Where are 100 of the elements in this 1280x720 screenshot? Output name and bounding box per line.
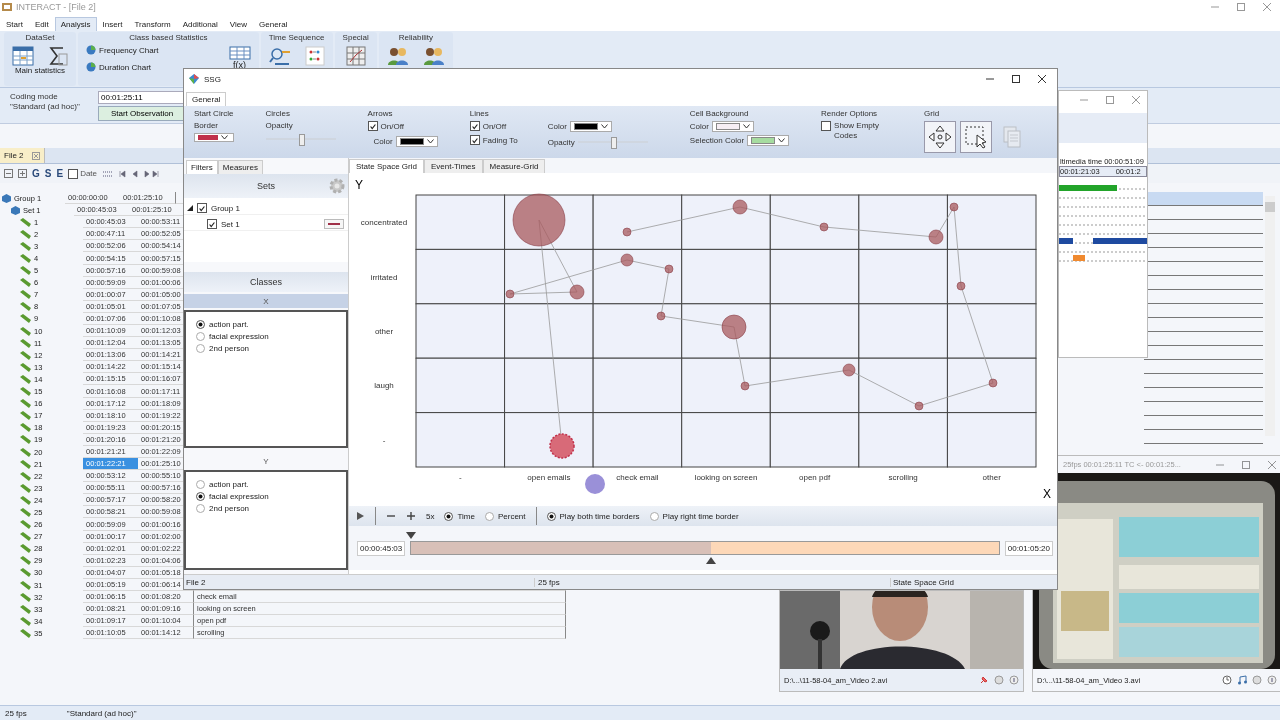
status-text: "Standard (ad hoc)" (66, 708, 137, 718)
sort-icon[interactable] (102, 168, 115, 179)
checkbox[interactable] (68, 168, 79, 179)
menu-tab[interactable]: Insert (96, 17, 129, 31)
tag-icon (20, 471, 31, 481)
people-icon[interactable] (422, 46, 445, 66)
menu-tab[interactable]: Start (0, 17, 29, 31)
radio-button[interactable] (196, 344, 205, 353)
dot-grid-icon[interactable] (304, 46, 325, 66)
ribbon-button[interactable]: Frequency Chart (86, 45, 159, 55)
ribbon-label[interactable]: Main statistics (14, 66, 66, 75)
circle-icon[interactable] (994, 675, 1004, 685)
color-picker[interactable] (747, 135, 790, 146)
menu-tab[interactable]: General (253, 17, 294, 31)
menu-tab[interactable]: View (223, 17, 253, 31)
tab[interactable]: Measure-Grid (482, 159, 546, 173)
slider-thumb[interactable] (610, 137, 617, 149)
menu-tab[interactable]: Transform (128, 17, 177, 31)
color-swatch[interactable] (324, 219, 344, 229)
slider-thumb[interactable] (298, 134, 305, 146)
radio-button[interactable] (196, 492, 205, 501)
tag-icon (20, 229, 31, 239)
search-icon[interactable] (268, 46, 291, 66)
tree-item[interactable]: Group 1 (211, 203, 240, 213)
tag-icon (20, 508, 31, 517)
menu-tab[interactable]: Edit (28, 17, 55, 31)
people-icon[interactable] (386, 46, 409, 66)
checkbox[interactable] (821, 121, 832, 131)
color-picker[interactable] (194, 133, 234, 142)
maximize-icon[interactable] (1011, 74, 1021, 84)
sigma-icon[interactable] (48, 46, 68, 66)
axis-label: other (374, 327, 394, 336)
tag-icon (20, 314, 31, 324)
ribbon-button[interactable]: Duration Chart (86, 62, 159, 72)
info-icon[interactable] (1267, 675, 1277, 685)
checkbox[interactable] (367, 121, 378, 131)
tab[interactable]: General (186, 92, 227, 106)
music-note-icon[interactable] (1237, 675, 1247, 685)
radio-button[interactable] (196, 332, 205, 341)
color-label: Color (373, 137, 393, 146)
radio-button[interactable] (196, 320, 205, 329)
expand-arrow-icon[interactable] (187, 205, 193, 211)
grid-tool-button[interactable] (960, 121, 993, 153)
group-title: Time Sequence (268, 32, 325, 43)
radio-label: facial expression (209, 332, 269, 341)
expand-icon[interactable] (18, 169, 27, 178)
grid-tool-button[interactable] (924, 121, 957, 153)
opacity-label: Opacity (265, 121, 294, 130)
play-icon[interactable] (355, 511, 365, 521)
tab[interactable]: Measures (217, 160, 263, 174)
opacity-slider[interactable] (265, 133, 336, 145)
grid-icon[interactable] (345, 46, 366, 66)
group-title: Render Options (821, 109, 879, 118)
radio-button[interactable] (196, 480, 205, 489)
radio-button[interactable] (444, 511, 454, 521)
opacity-slider[interactable] (577, 136, 648, 148)
checkbox-label: On/Off (380, 121, 404, 131)
checkbox[interactable] (197, 203, 207, 213)
end-time-field[interactable]: 00:01:05:20 (1004, 540, 1053, 556)
color-picker[interactable] (711, 121, 754, 132)
tag-icon (20, 374, 31, 384)
file-tab[interactable]: File 2 (0, 148, 45, 163)
checkbox[interactable] (469, 135, 480, 145)
position-marker-icon[interactable] (705, 557, 716, 564)
pin-icon[interactable] (979, 675, 989, 685)
circle-icon[interactable] (1252, 675, 1262, 685)
checkbox[interactable] (207, 219, 217, 229)
zoom-in-icon[interactable] (406, 511, 416, 521)
dialog-title: SSG (204, 74, 221, 84)
start-time-field[interactable]: 00:00:45:03 (357, 540, 406, 556)
scrollbar[interactable] (1265, 196, 1275, 436)
menu-tab[interactable]: Analysis (54, 17, 97, 31)
collapse-icon[interactable] (4, 169, 13, 178)
radio-button[interactable] (196, 504, 205, 513)
tag-icon (20, 411, 31, 421)
tag-icon (20, 302, 31, 312)
color-picker[interactable] (395, 136, 438, 147)
checkbox[interactable] (469, 121, 480, 131)
close-icon[interactable] (1037, 74, 1047, 84)
tree-item[interactable]: Set 1 (221, 219, 240, 229)
axis-label: scrolling (888, 473, 918, 482)
playback-controls-icon[interactable] (119, 169, 160, 178)
start-marker-icon[interactable] (406, 532, 417, 539)
table-icon[interactable] (12, 46, 34, 66)
radio-button[interactable] (649, 511, 659, 521)
color-picker[interactable] (569, 121, 612, 132)
toolbar-button[interactable]: S (44, 168, 52, 179)
tab[interactable]: Event-Times (423, 159, 483, 173)
start-observation-button[interactable]: Start Observation (98, 106, 186, 121)
toolbar-button[interactable]: E (56, 168, 64, 179)
radio-button[interactable] (484, 511, 494, 521)
timer-icon[interactable] (1222, 675, 1232, 685)
menu-tab[interactable]: Additional (176, 17, 224, 31)
tab[interactable]: Filters (186, 160, 218, 174)
toolbar-button[interactable]: G (32, 168, 40, 179)
radio-button[interactable] (546, 511, 556, 521)
time-field[interactable]: 00:01:25:11 (98, 91, 186, 104)
info-icon[interactable] (1009, 675, 1019, 685)
tab[interactable]: State Space Grid (349, 159, 424, 173)
axis-label: concentrated (360, 218, 408, 228)
